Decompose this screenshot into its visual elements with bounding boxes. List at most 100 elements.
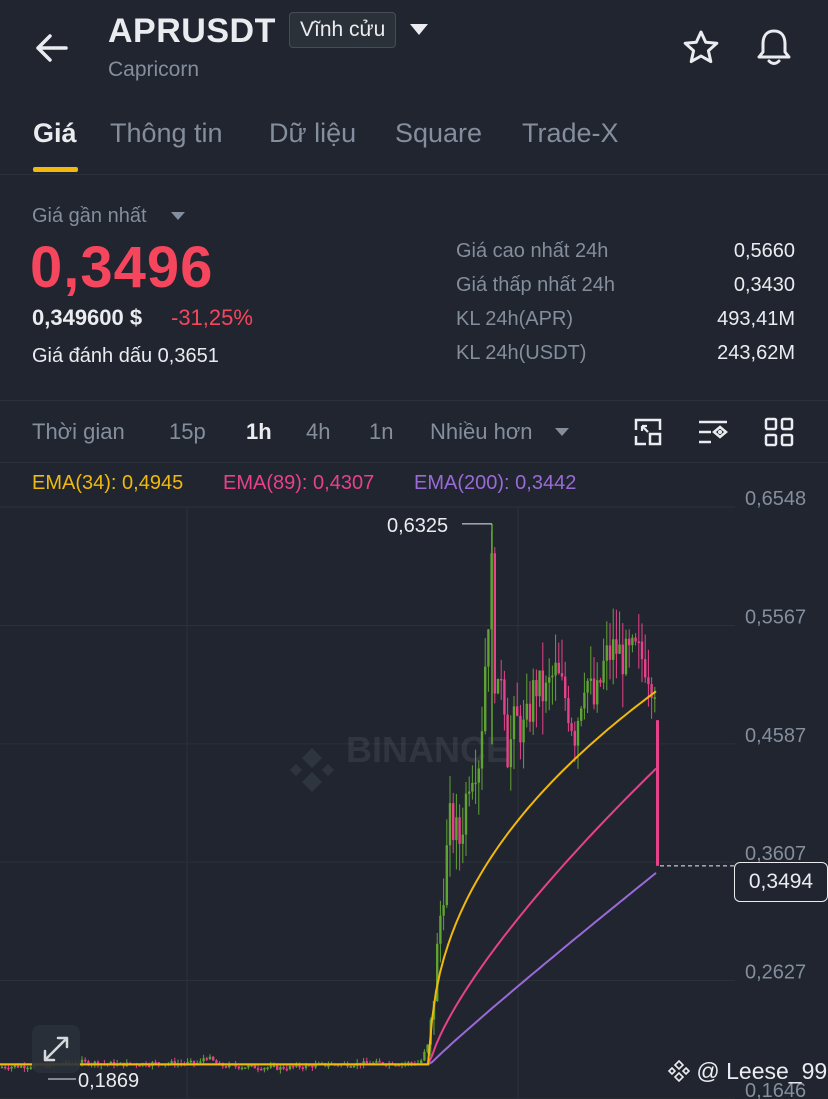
candle-body (272, 1065, 276, 1068)
candle-body (13, 1065, 16, 1068)
stat-vol-apr-value: 493,41M (717, 308, 795, 330)
chevron-down-icon[interactable] (171, 212, 185, 220)
interval-4h[interactable]: 4h (306, 419, 330, 445)
candle-body (202, 1058, 205, 1062)
ema-34-legend[interactable]: EMA(34): 0,4945 (32, 472, 183, 495)
tab-trade-x[interactable]: Trade-X (522, 118, 619, 149)
price-chart[interactable]: BINANCE 0,65480,55670,45870,36070,26270,… (0, 462, 828, 1099)
candle-body (448, 803, 452, 846)
tab-info[interactable]: Thông tin (110, 118, 223, 149)
candle-body (496, 678, 500, 694)
price-change: -31,25% (171, 305, 253, 330)
stat-low-value: 0,3430 (733, 274, 795, 296)
candle-body (468, 791, 471, 794)
candle-body (365, 1061, 368, 1064)
candle-body (215, 1060, 218, 1064)
candle-body (199, 1061, 202, 1063)
candle-body (16, 1065, 20, 1068)
candle-body (602, 660, 605, 683)
interval-1h[interactable]: 1h (246, 419, 272, 445)
interval-15m[interactable]: 15p (169, 419, 206, 445)
candle-body (509, 739, 512, 768)
interval-time-label[interactable]: Thời gian (32, 419, 125, 445)
candle-body (148, 1065, 151, 1067)
candle-body (525, 703, 528, 720)
mark-price-value: 0,3651 (157, 345, 219, 367)
active-tab-indicator (33, 167, 78, 172)
candle-body (253, 1064, 256, 1069)
expand-icon[interactable] (32, 1025, 80, 1073)
ema-200-line (0, 872, 657, 1066)
candle-body (464, 793, 468, 835)
candle-body (10, 1066, 13, 1069)
candle-body (612, 639, 615, 660)
chevron-down-icon[interactable] (555, 428, 569, 436)
candle-body (375, 1061, 378, 1063)
high-marker-label: 0,6325 (387, 515, 448, 537)
watermark-brand: BINANCE (346, 729, 510, 770)
candle-body (557, 662, 560, 674)
mark-price-label: Giá đánh dấu (32, 345, 153, 367)
candle-body (589, 678, 592, 681)
candle-body (615, 639, 618, 654)
candle-body (461, 834, 464, 844)
candle-body (452, 803, 455, 841)
stat-vol-usdt-value: 243,62M (717, 342, 795, 364)
candle-body (500, 678, 503, 681)
candle-body (605, 645, 608, 661)
ema-89-legend[interactable]: EMA(89): 0,4307 (223, 472, 374, 495)
stat-vol-usdt-label: KL 24h(USDT) (456, 342, 587, 364)
layout-grid-icon[interactable] (763, 416, 795, 448)
interval-1d[interactable]: 1n (369, 419, 393, 445)
candle-body (423, 1051, 426, 1061)
tab-price[interactable]: Giá (33, 118, 77, 149)
contract-type-badge[interactable]: Vĩnh cửu (289, 12, 397, 48)
candle-body (192, 1060, 196, 1064)
bell-icon[interactable] (753, 26, 795, 68)
binance-watermark: BINANCE (290, 729, 510, 792)
candle-body (512, 706, 516, 740)
candle-body (244, 1067, 247, 1069)
divider (0, 400, 828, 401)
fullscreen-chart-icon[interactable] (632, 416, 664, 448)
candle-body (266, 1067, 269, 1070)
tab-data[interactable]: Dữ liệu (269, 118, 356, 149)
ema-200-legend[interactable]: EMA(200): 0,3442 (414, 472, 576, 495)
tab-square[interactable]: Square (395, 118, 482, 149)
candle-body (596, 680, 599, 705)
candle-body (554, 662, 557, 676)
chevron-down-icon[interactable] (410, 24, 428, 35)
candle-body (653, 697, 656, 699)
low-marker-label: 0,1869 (78, 1070, 139, 1092)
candle-body (628, 638, 631, 646)
candle-body (608, 645, 612, 660)
candle-body (256, 1068, 260, 1070)
symbol-title[interactable]: APRUSDT (108, 12, 276, 51)
candle-body (205, 1058, 208, 1060)
candle-body (186, 1061, 189, 1064)
candle-body (279, 1066, 282, 1070)
stat-vol-apr-label: KL 24h(APR) (456, 308, 574, 330)
last-price-label[interactable]: Giá gần nhất (32, 205, 147, 228)
candle-body (567, 698, 570, 724)
candle-body (80, 1059, 84, 1064)
candle-body (442, 905, 445, 916)
candle-body (458, 817, 461, 844)
candle-body (583, 692, 586, 709)
candle-body (240, 1067, 244, 1070)
back-arrow-icon[interactable] (32, 28, 72, 68)
candle-body (247, 1065, 250, 1068)
candle-body (656, 720, 659, 866)
candle-body (640, 641, 644, 660)
candle-body (189, 1060, 192, 1063)
y-axis: 0,65480,55670,45870,36070,26270,1646 (745, 488, 806, 1099)
candle-body (445, 845, 448, 906)
interval-more[interactable]: Nhiều hơn (430, 419, 533, 445)
candle-body (471, 782, 474, 792)
chart-settings-icon[interactable] (697, 416, 729, 448)
candle-body (551, 675, 554, 678)
watermark-user: @ Leese_99 (667, 1058, 827, 1085)
candle-body (0, 1066, 4, 1069)
star-icon[interactable] (681, 28, 721, 68)
candle-body (580, 708, 583, 721)
